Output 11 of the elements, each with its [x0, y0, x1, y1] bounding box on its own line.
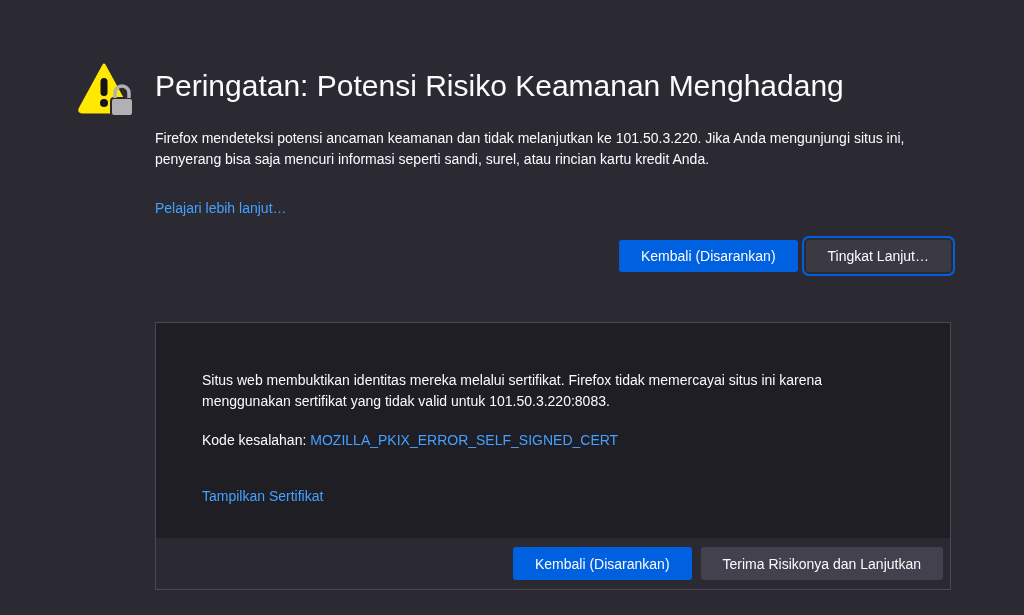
page-title: Peringatan: Potensi Risiko Keamanan Menghadang: [155, 68, 845, 104]
warning-lock-icon: [78, 62, 134, 118]
learn-more-link[interactable]: Pelajari lebih lanjut…: [155, 200, 287, 216]
action-button[interactable]: Terima Risikonya dan Lanjutkan: [700, 547, 943, 580]
certificate-explanation: Situs web membuktikan identitas mereka melalui sertifikat. Firefox tidak memercayai situs ini karena menggunakan sertifikat yang tidak valid untuk 101.50.3.220:8083.: [202, 371, 824, 411]
action-button[interactable]: Kembali (Disarankan): [618, 240, 798, 272]
action-button[interactable]: Kembali (Disarankan): [512, 547, 692, 580]
view-certificate-link[interactable]: Tampilkan Sertifikat: [202, 488, 324, 504]
error-code-link[interactable]: MOZILLA_PKIX_ERROR_SELF_SIGNED_CERT: [310, 432, 619, 448]
error-code-label: Kode kesalahan:: [202, 432, 307, 448]
warning-description: Firefox mendeteksi potensi ancaman keamanan dan tidak melanjutkan ke 101.50.3.220. Jika Anda mengunjungi situs ini, penyerang bisa saja mencuri informasi seperti sandi, surel, atau rincian kartu kredit Anda.: [155, 129, 906, 169]
